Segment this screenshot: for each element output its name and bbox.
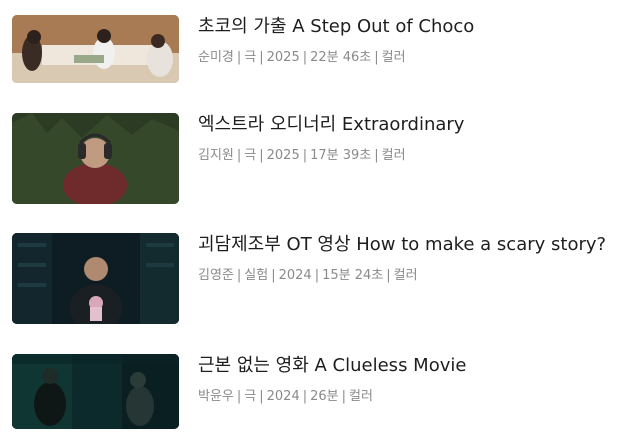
meta-separator: | <box>302 389 308 404</box>
film-runtime: 22분 46초 <box>310 50 372 65</box>
film-color: 컬러 <box>381 148 406 163</box>
meta-separator: | <box>236 148 242 163</box>
meta-separator: | <box>341 389 347 404</box>
meta-separator: | <box>236 50 242 65</box>
film-thumbnail[interactable] <box>12 113 179 204</box>
film-title[interactable]: 엑스트라 오디너리 Extraordinary <box>198 113 464 137</box>
meta-separator: | <box>259 148 264 163</box>
film-color: 컬러 <box>349 389 373 404</box>
film-title[interactable]: 근본 없는 영화 A Clueless Movie <box>198 354 466 378</box>
film-director: 박윤우 <box>198 389 234 404</box>
film-color: 컬러 <box>393 268 418 283</box>
meta-separator: | <box>302 50 308 65</box>
thumbnail-image <box>12 113 179 204</box>
film-meta: 박윤우 | 극 | 2024 | 26분 | 컬러 <box>198 388 373 406</box>
film-item[interactable]: 엑스트라 오디너리 Extraordinary 김지원 | 극 | 2025 | 17분 3… <box>12 113 632 205</box>
film-genre: 극 <box>244 148 257 163</box>
film-genre: 극 <box>244 50 257 65</box>
thumbnail-image <box>12 15 179 83</box>
meta-separator: | <box>314 268 320 283</box>
film-thumbnail[interactable] <box>12 233 179 324</box>
film-item[interactable]: 초코의 가출 A Step Out of Choco 순미경 | 극 | 2025 | 22… <box>12 15 632 107</box>
thumbnail-image <box>12 354 179 429</box>
film-meta: 김지원 | 극 | 2025 | 17분 39초 | 컬러 <box>198 147 406 165</box>
film-title[interactable]: 괴담제조부 OT 영상 How to make a scary story? <box>198 233 606 257</box>
meta-separator: | <box>271 268 276 283</box>
film-year: 2024 <box>278 268 312 283</box>
film-director: 김지원 <box>198 148 234 163</box>
film-thumbnail[interactable] <box>12 354 179 429</box>
film-director: 김영준 <box>198 268 234 283</box>
film-meta: 순미경 | 극 | 2025 | 22분 46초 | 컬러 <box>198 49 406 67</box>
film-item[interactable]: 괴담제조부 OT 영상 How to make a scary story? 김… <box>12 233 632 325</box>
film-runtime: 26분 <box>310 389 339 404</box>
film-genre: 극 <box>244 389 257 404</box>
film-year: 2025 <box>266 50 300 65</box>
meta-separator: | <box>386 268 391 283</box>
meta-separator: | <box>374 50 379 65</box>
film-list: 초코의 가출 A Step Out of Choco 순미경 | 극 | 2025 | 22… <box>0 0 640 445</box>
meta-separator: | <box>236 389 242 404</box>
thumbnail-image <box>12 233 179 324</box>
film-runtime: 15분 24초 <box>322 268 384 283</box>
film-genre: 실험 <box>244 268 269 283</box>
film-year: 2024 <box>266 389 300 404</box>
film-color: 컬러 <box>381 50 406 65</box>
film-item[interactable]: 근본 없는 영화 A Clueless Movie 박윤우 | 극 | 2024 | 26분… <box>12 354 632 445</box>
film-runtime: 17분 39초 <box>310 148 372 163</box>
meta-separator: | <box>259 389 264 404</box>
meta-separator: | <box>236 268 242 283</box>
meta-separator: | <box>259 50 264 65</box>
film-director: 순미경 <box>198 50 234 65</box>
meta-separator: | <box>374 148 379 163</box>
film-meta: 김영준 | 실험 | 2024 | 15분 24초 | 컬러 <box>198 267 418 285</box>
film-thumbnail[interactable] <box>12 15 179 83</box>
film-title[interactable]: 초코의 가출 A Step Out of Choco <box>198 15 474 39</box>
meta-separator: | <box>302 148 308 163</box>
film-year: 2025 <box>266 148 300 163</box>
